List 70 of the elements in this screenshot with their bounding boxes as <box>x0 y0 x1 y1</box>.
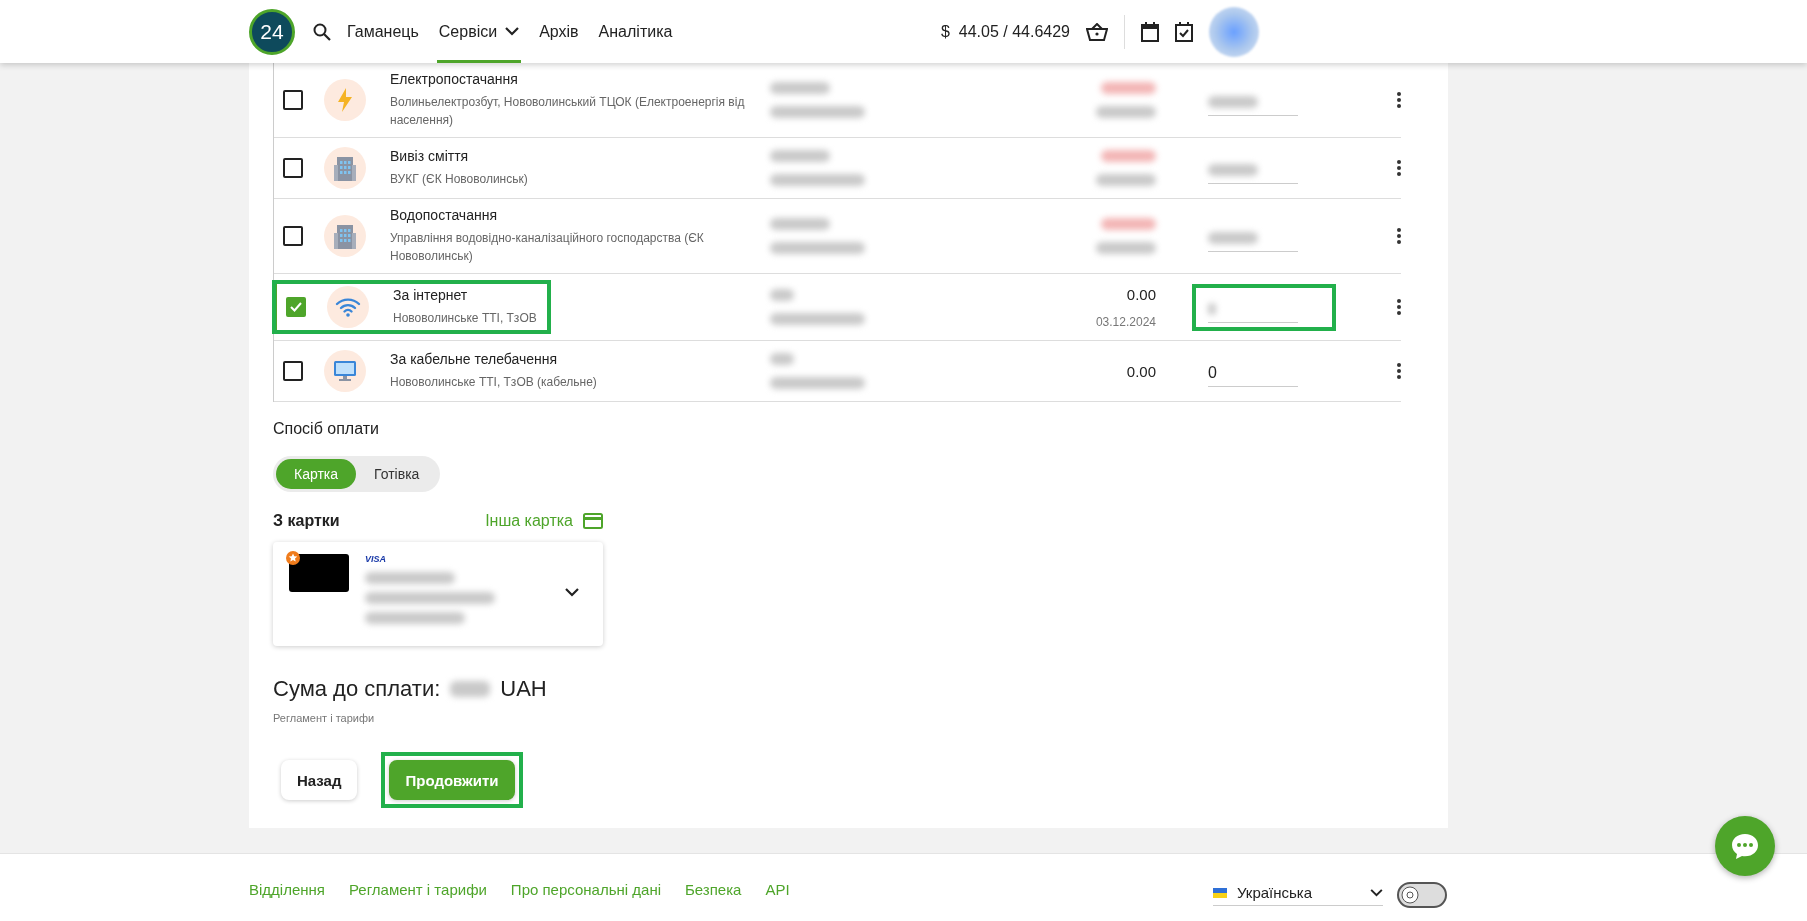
lightning-icon <box>337 88 353 112</box>
blurred-text <box>770 218 830 230</box>
chat-bubble-icon <box>1730 832 1760 860</box>
section-label: Спосіб оплати <box>273 420 379 438</box>
service-provider: Нововолинське ТТІ, ТзОВ (кабельне) <box>390 374 598 391</box>
blurred-text <box>770 353 794 365</box>
blurred-text <box>1096 106 1156 118</box>
more-options-icon[interactable] <box>1396 227 1402 245</box>
currency: UAH <box>500 676 547 702</box>
card-selector[interactable]: VISA <box>273 542 603 646</box>
theme-toggle[interactable] <box>1397 882 1447 908</box>
service-name: За інтернет <box>393 287 469 303</box>
balance: 0.00 <box>1126 285 1156 303</box>
back-button[interactable]: Назад <box>281 760 358 800</box>
chevron-down-icon <box>565 588 579 597</box>
service-provider: Нововолинське ТТІ, ТзОВ <box>393 310 538 327</box>
checkmark-icon <box>290 302 302 312</box>
service-provider: Волиньелектрозбут, Нововолинський ТЦОК (Електроенергія від населення) <box>390 94 746 129</box>
checkbox[interactable] <box>283 158 303 178</box>
service-name: Вивіз сміття <box>390 148 470 164</box>
basket-icon[interactable] <box>1086 22 1108 41</box>
payment-method-option[interactable]: Готівка <box>356 459 438 489</box>
checkbox[interactable] <box>283 226 303 246</box>
wifi-icon <box>335 297 361 317</box>
credit-card-icon <box>583 513 603 529</box>
calendar-icon[interactable] <box>1141 21 1159 42</box>
service-name: Електропостачання <box>390 71 519 87</box>
more-options-icon[interactable] <box>1396 91 1402 109</box>
flag-icon <box>1213 887 1227 898</box>
language-select[interactable]: Українська <box>1213 884 1383 906</box>
blurred-text <box>770 82 830 94</box>
logo[interactable]: 24 <box>249 8 295 55</box>
checkbox[interactable] <box>283 361 303 381</box>
nav-tab[interactable]: Архів <box>537 0 581 63</box>
tariffs-link[interactable]: Регламент і тарифи <box>273 712 375 724</box>
balance-date: 03.12.2024 <box>1095 314 1156 329</box>
service-provider: ВУКГ (ЄК Нововолинськ) <box>390 171 529 188</box>
exchange-rate: $ 44.05 / 44.6429 <box>941 22 1070 41</box>
blurred-text <box>1096 174 1156 186</box>
amount-field[interactable]: 0 <box>1208 359 1298 387</box>
sun-icon <box>1401 886 1419 904</box>
checklist-icon[interactable] <box>1175 21 1193 42</box>
nav-tab[interactable]: Гаманець <box>345 0 421 63</box>
building-icon <box>334 155 356 181</box>
chat-button[interactable] <box>1715 816 1775 876</box>
total-label: Сума до сплати: <box>273 676 441 702</box>
balance: 0.00 <box>1126 362 1156 380</box>
monitor-icon <box>333 360 357 382</box>
nav-tab[interactable]: Аналітика <box>596 0 675 63</box>
service-name: За кабельне телебачення <box>390 351 559 367</box>
checkbox[interactable] <box>283 90 303 110</box>
blurred-text <box>1096 242 1156 254</box>
blurred-text <box>1101 82 1156 94</box>
more-options-icon[interactable] <box>1396 362 1402 380</box>
service-provider: Управління водовідно-каналізаційного господарства (ЄК Нововолинськ) <box>390 230 705 265</box>
blurred-text <box>450 681 491 697</box>
more-options-icon[interactable] <box>1396 298 1402 316</box>
blurred-text <box>770 150 830 162</box>
chevron-down-icon <box>1370 888 1383 897</box>
blurred-text <box>1101 218 1156 230</box>
card-brand: VISA <box>365 554 386 564</box>
search-icon[interactable] <box>313 22 331 41</box>
bank-card-image <box>289 554 349 592</box>
service-name: Водопостачання <box>390 207 498 223</box>
section-label: З картки <box>273 512 340 530</box>
more-options-icon[interactable] <box>1396 159 1402 177</box>
building-icon <box>334 223 356 249</box>
blurred-text <box>1101 150 1156 162</box>
checkbox[interactable] <box>286 297 306 317</box>
blurred-text <box>770 289 794 301</box>
